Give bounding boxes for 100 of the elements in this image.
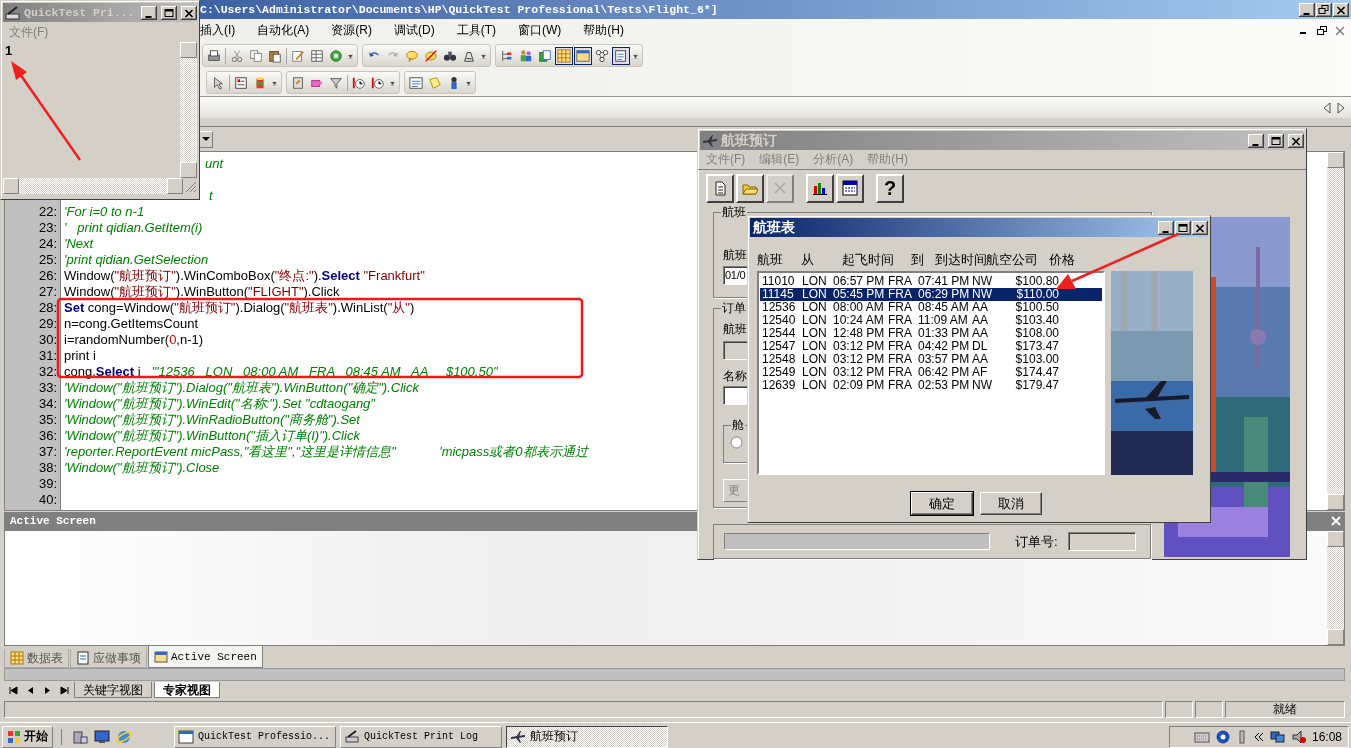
taskbar-button[interactable]: QuickTest Print Log: [340, 725, 502, 748]
grid-icon[interactable]: [556, 47, 572, 64]
order-number-field[interactable]: [1067, 532, 1136, 551]
group-label: 订单: [721, 300, 747, 317]
record-icon[interactable]: [328, 47, 344, 64]
figures-icon[interactable]: [518, 47, 534, 64]
list-row[interactable]: 11010 LON 06:57 PM FRA 07:41 PM NW $100.80: [760, 275, 1102, 288]
tab[interactable]: Active Screen: [148, 646, 263, 668]
close-icon[interactable]: [1335, 25, 1345, 36]
line-number: 28:: [37, 300, 58, 316]
window-title: C:\Users\Administrator\Documents\HP\QuickTest Professional\Tests\Flight_6*]: [200, 3, 719, 16]
dialog-button[interactable]: 确定: [911, 492, 973, 515]
airplane-icon: [702, 132, 718, 149]
line-number: 32:: [37, 364, 58, 380]
menu-item[interactable]: 资源(R): [329, 20, 384, 41]
restore-button[interactable]: [1316, 2, 1332, 17]
window-icon[interactable]: [575, 47, 591, 64]
list-row[interactable]: 12536 LON 08:00 AM FRA 08:45 AM AA $100.50: [760, 301, 1102, 314]
server-icon[interactable]: [72, 728, 88, 745]
next-icon[interactable]: [43, 685, 52, 695]
nodes-icon[interactable]: [594, 47, 610, 64]
close-button[interactable]: [181, 5, 197, 20]
network-icon[interactable]: [1269, 729, 1286, 744]
bar-chart-icon[interactable]: [812, 180, 828, 196]
start-button[interactable]: 开始: [2, 725, 53, 748]
line-number: 35:: [37, 412, 58, 428]
restore-icon[interactable]: [1317, 25, 1327, 36]
expand-tray-icon[interactable]: [1253, 731, 1264, 742]
copy-icon[interactable]: [248, 47, 264, 64]
tab[interactable]: 专家视图: [154, 682, 220, 698]
pen-printer-icon: [344, 728, 360, 745]
caret-icon[interactable]: [201, 136, 210, 142]
last-icon[interactable]: [60, 685, 69, 695]
calendar-icon[interactable]: [842, 180, 858, 196]
code-line: i=randomNumber(0,n-1): [63, 332, 204, 348]
muted-speaker-icon[interactable]: [1291, 729, 1306, 744]
list-row[interactable]: 12549 LON 03:12 PM FRA 06:42 PM AF $174.47: [760, 366, 1102, 379]
menu-item[interactable]: 自动化(A): [255, 20, 322, 41]
table-icon[interactable]: [309, 47, 325, 64]
line-number: 23:: [37, 220, 58, 236]
close-button[interactable]: [1333, 2, 1349, 17]
maximize-button[interactable]: [161, 5, 177, 20]
first-icon[interactable]: [9, 685, 18, 695]
radio-button[interactable]: [730, 436, 743, 449]
status-pane: [1165, 700, 1193, 718]
maximize-button[interactable]: [1268, 133, 1284, 148]
resize-grip-icon[interactable]: [183, 179, 197, 193]
checklist-icon[interactable]: [233, 74, 249, 91]
menu-item[interactable]: 工具(T): [454, 20, 508, 41]
date-field[interactable]: 01/0: [723, 266, 748, 285]
menu-item[interactable]: 调试(D): [392, 20, 447, 41]
column-header: 航班: [757, 251, 784, 269]
taskbar-button[interactable]: 航班预订: [506, 725, 668, 748]
line-number: 29:: [37, 316, 58, 332]
printer-icon[interactable]: [206, 47, 222, 64]
toolbar-button[interactable]: [806, 173, 834, 203]
tab[interactable]: 关键字视图: [74, 682, 152, 698]
minimize-button[interactable]: [1299, 2, 1315, 17]
clipboard-icon[interactable]: [613, 47, 629, 64]
status-pane: [1195, 700, 1223, 718]
list-row[interactable]: 12547 LON 03:12 PM FRA 04:42 PM DL $173.47: [760, 340, 1102, 353]
flight-field[interactable]: [723, 341, 748, 360]
code-line: t: [208, 188, 213, 204]
list-row[interactable]: 12639 LON 02:09 PM FRA 02:53 PM NW $179.47: [760, 379, 1102, 392]
status-text: 就绪: [1225, 700, 1345, 718]
monitor-icon[interactable]: [94, 728, 110, 745]
menu-item[interactable]: 帮助(H): [581, 20, 636, 41]
minimize-button[interactable]: [141, 5, 157, 20]
previous-icon[interactable]: [26, 685, 35, 695]
list-row[interactable]: 12548 LON 03:12 PM FRA 03:57 PM AA $103.00: [760, 353, 1102, 366]
close-button[interactable]: [1288, 133, 1304, 148]
toolbar-button[interactable]: [736, 173, 764, 203]
line-number: 40:: [37, 492, 58, 508]
code-line: ' print qidian.GetItem(i): [63, 220, 203, 236]
line-number: 38:: [37, 460, 58, 476]
hand-pointer-icon[interactable]: [290, 74, 306, 91]
toolbar-button[interactable]: ?: [876, 173, 904, 203]
help-circle-icon[interactable]: [1215, 729, 1230, 744]
document-icon[interactable]: [712, 180, 728, 196]
toolbar-button[interactable]: [836, 173, 864, 203]
scroll-right-icon[interactable]: [1337, 101, 1345, 114]
name-field[interactable]: [723, 386, 748, 405]
line-number: 36:: [37, 428, 58, 444]
code-line: 'Window("航班预订").Dialog("航班表").WinButton("确定").Click: [63, 380, 419, 396]
list-row[interactable]: 11145 LON 05:45 PM FRA 06:29 PM NW $110.00: [760, 288, 1102, 301]
dialog-button[interactable]: 取消: [980, 492, 1042, 515]
toolbar-button[interactable]: [706, 173, 734, 203]
flight-list[interactable]: [757, 271, 1105, 475]
menu-item[interactable]: 窗口(W): [516, 20, 574, 41]
list-row[interactable]: 12540 LON 10:24 AM FRA 11:09 AM AA $103.40: [760, 314, 1102, 327]
taskbar-button[interactable]: QuickTest Professio...: [174, 725, 336, 748]
line-number: 27:: [37, 284, 58, 300]
list-row[interactable]: 12544 LON 12:48 PM FRA 01:33 PM AA $108.00: [760, 327, 1102, 340]
printer-icon: [5, 5, 21, 20]
form-icon[interactable]: [408, 74, 424, 91]
code-line: cong.Select i '"12536 LON 08:00 AM FRA 08:45 AM AA $100.50": [63, 364, 498, 380]
scroll-left-icon[interactable]: [1323, 101, 1331, 114]
minimize-button[interactable]: [1248, 133, 1264, 148]
menu-item[interactable]: 插入(I): [198, 20, 248, 41]
pages-icon[interactable]: [537, 47, 553, 64]
